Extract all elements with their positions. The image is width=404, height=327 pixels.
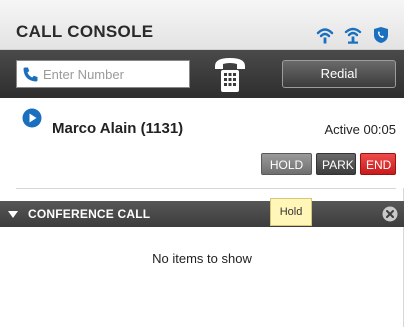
- hold-tooltip: Hold: [270, 198, 312, 226]
- conference-call-title: CONFERENCE CALL: [28, 207, 151, 221]
- end-call-button[interactable]: END: [360, 153, 396, 175]
- section-divider: [16, 188, 396, 189]
- dial-keypad-icon[interactable]: [212, 54, 248, 94]
- call-console-panel: CALL CONSOLE Enter Number Redial Marco A…: [0, 0, 404, 327]
- call-console-header: CALL CONSOLE: [0, 0, 404, 50]
- hold-button[interactable]: HOLD: [261, 153, 312, 175]
- park-button[interactable]: PARK: [316, 153, 356, 175]
- caller-name: Marco Alain (1131): [52, 120, 184, 137]
- wifi-signal-icon[interactable]: [316, 26, 334, 44]
- empty-list-message: No items to show: [152, 251, 252, 266]
- phone-icon: [23, 67, 38, 82]
- close-icon[interactable]: [382, 206, 398, 222]
- call-action-group: HOLD PARK END: [261, 153, 396, 175]
- agent-status-icon[interactable]: [344, 26, 362, 44]
- page-title: CALL CONSOLE: [16, 22, 154, 41]
- active-call-row: Marco Alain (1131) Active 00:05 HOLD PAR…: [0, 98, 404, 188]
- number-field-wrapper: [16, 60, 190, 88]
- conference-call-header[interactable]: CONFERENCE CALL: [0, 201, 404, 227]
- call-status-timer: Active 00:05: [324, 122, 396, 137]
- dial-toolbar: Redial: [0, 50, 404, 98]
- collapse-triangle-icon[interactable]: [8, 209, 18, 219]
- header-icon-group: [316, 26, 390, 44]
- number-input[interactable]: [43, 63, 183, 85]
- expand-call-icon[interactable]: [22, 108, 42, 128]
- redial-button[interactable]: Redial: [282, 60, 396, 88]
- phone-shield-icon[interactable]: [372, 26, 390, 44]
